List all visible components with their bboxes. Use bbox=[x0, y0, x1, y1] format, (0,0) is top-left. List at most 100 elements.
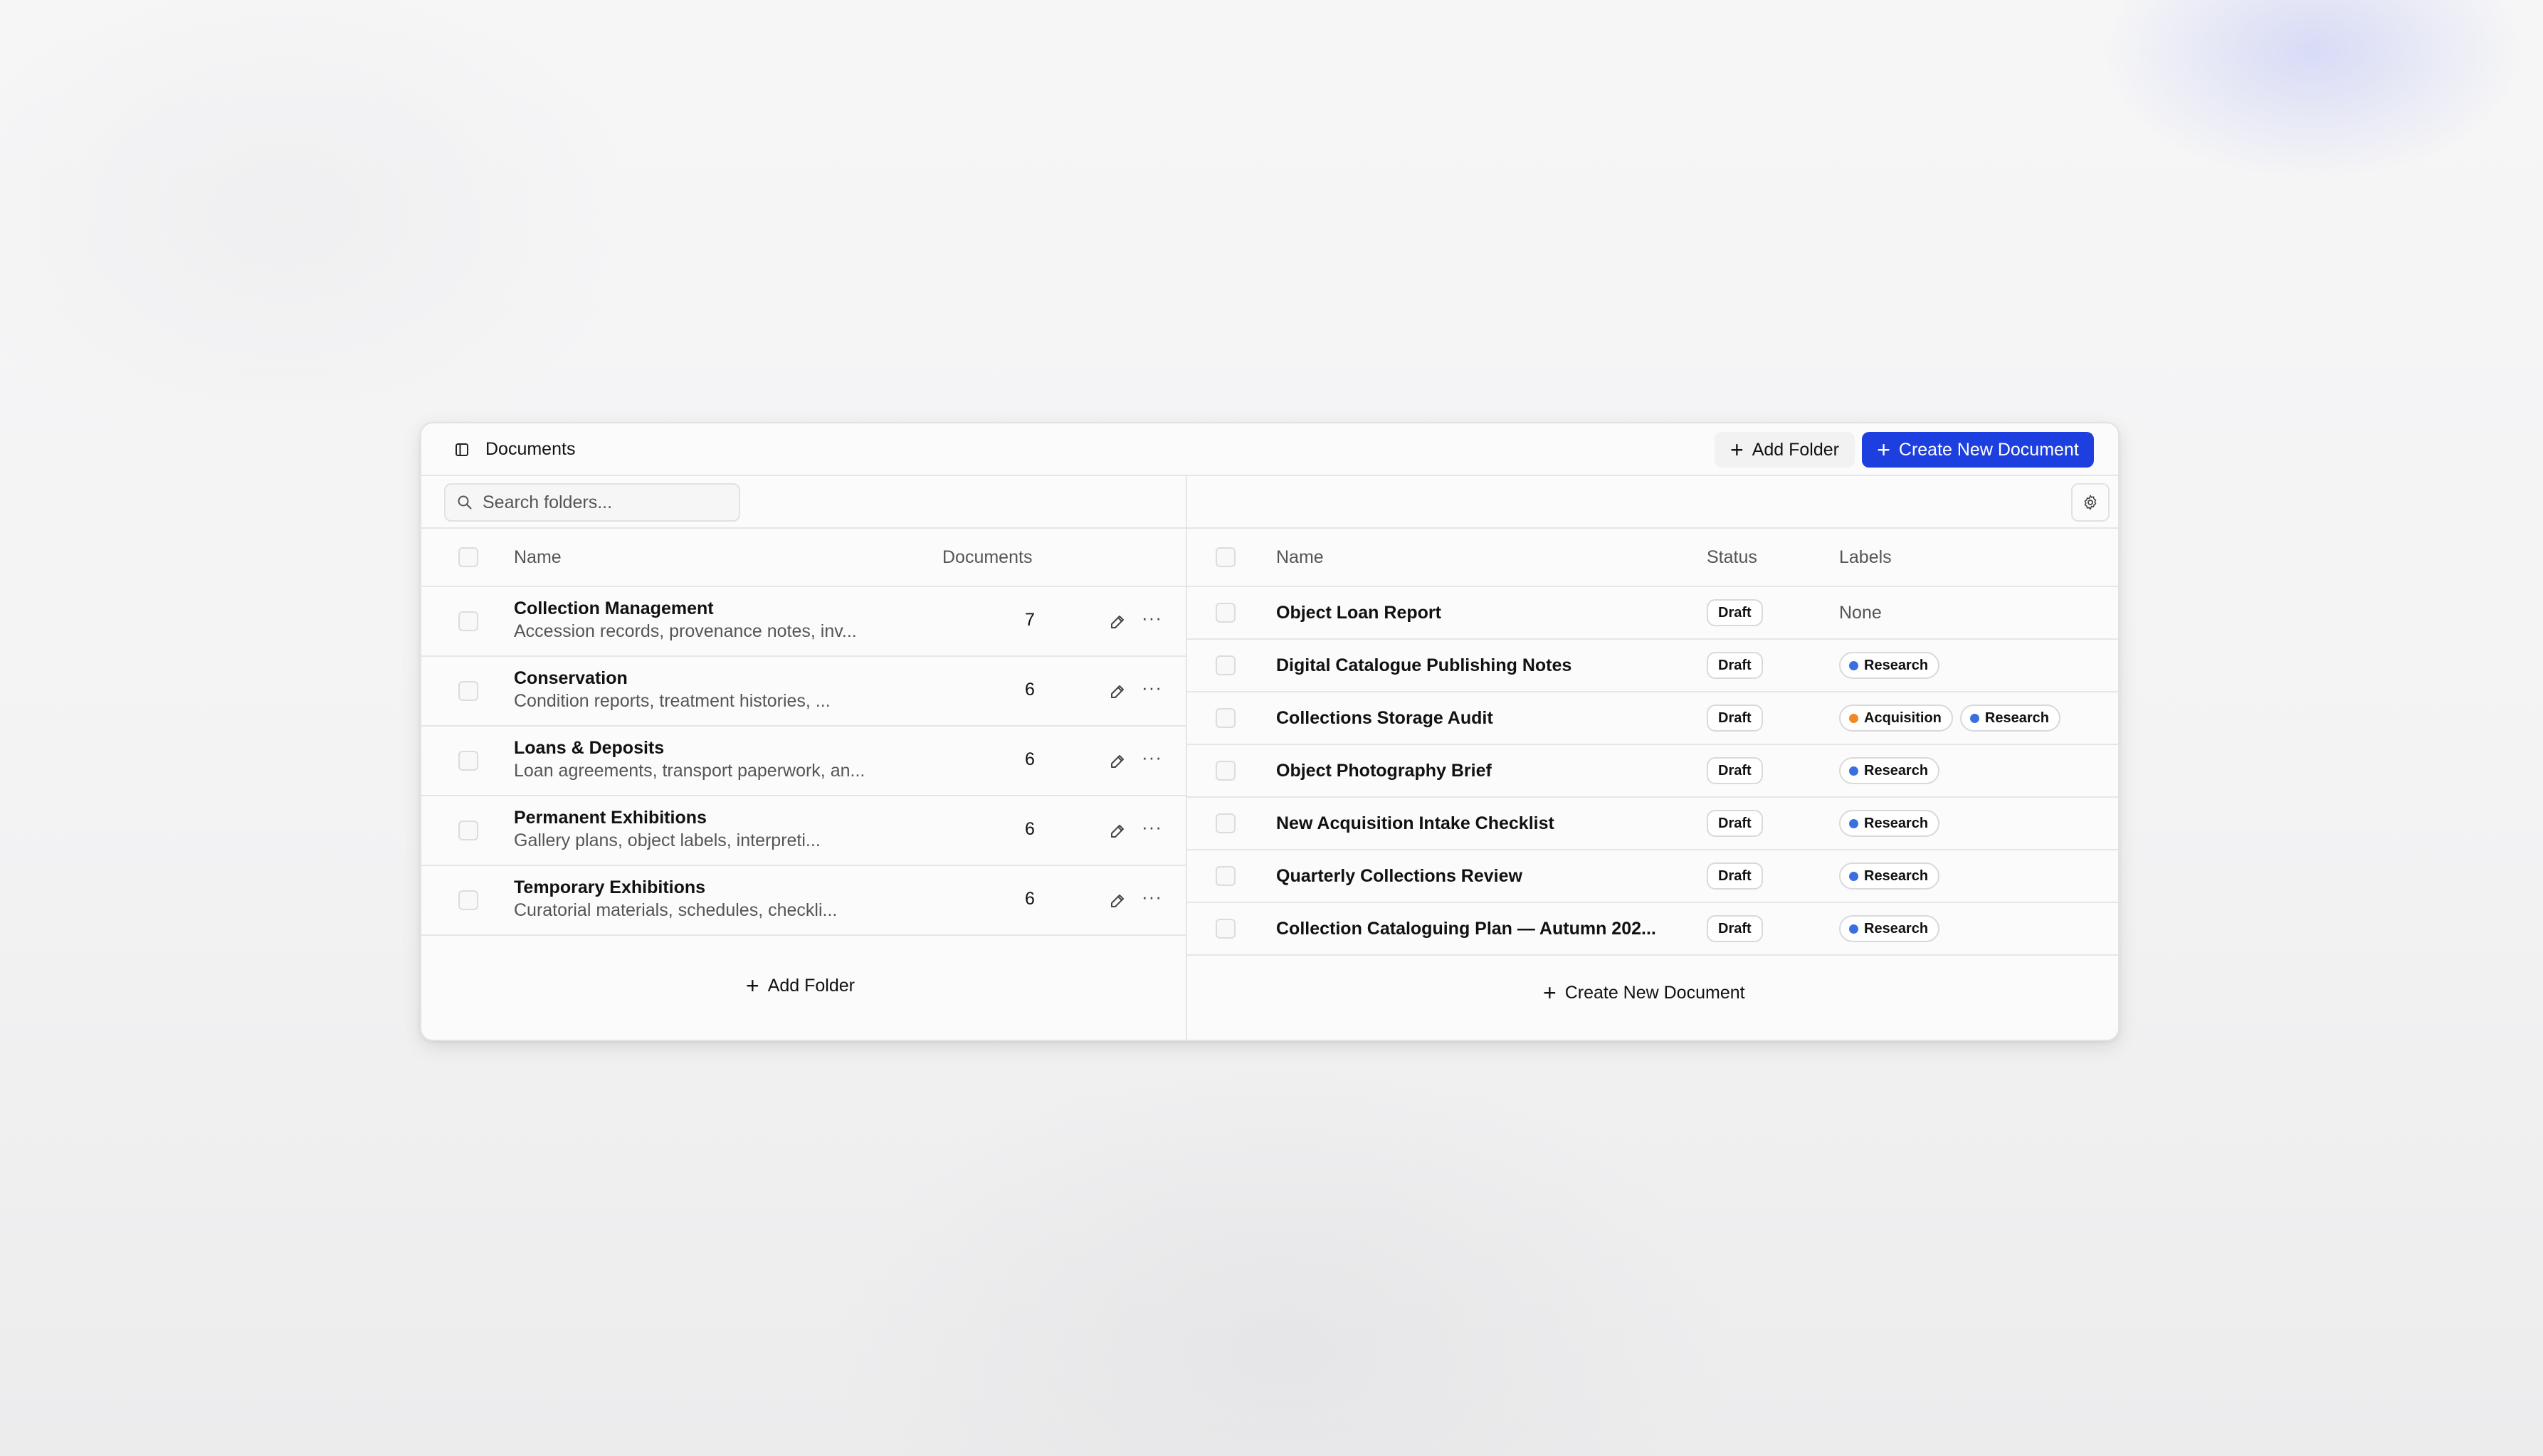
label-text: Research bbox=[1864, 920, 1929, 937]
select-all-folders-checkbox[interactable] bbox=[458, 547, 478, 567]
folder-row[interactable]: Temporary Exhibitions Curatorial material… bbox=[421, 866, 1186, 936]
folder-description: Accession records, provenance notes, inv… bbox=[514, 621, 857, 641]
label-text: Acquisition bbox=[1864, 709, 1942, 726]
document-checkbox[interactable] bbox=[1216, 813, 1236, 833]
document-row[interactable]: Object Photography Brief Draft Research bbox=[1187, 745, 2118, 798]
add-folder-button[interactable]: + Add Folder bbox=[1715, 432, 1855, 468]
folder-description: Curatorial materials, schedules, checkli… bbox=[514, 900, 838, 920]
status-badge: Draft bbox=[1707, 915, 1763, 942]
column-labels: Labels bbox=[1839, 547, 1892, 567]
label-text: Research bbox=[1864, 762, 1929, 779]
document-checkbox[interactable] bbox=[1216, 761, 1236, 781]
folder-checkbox[interactable] bbox=[458, 890, 478, 910]
status-badge: Draft bbox=[1707, 705, 1763, 732]
labels-none: None bbox=[1839, 603, 1882, 623]
folder-row[interactable]: Loans & Deposits Loan agreements, transpo… bbox=[421, 727, 1186, 796]
settings-button[interactable] bbox=[2071, 483, 2110, 522]
add-folder-footer-button[interactable]: + Add Folder bbox=[746, 974, 855, 997]
edit-icon[interactable] bbox=[1108, 611, 1128, 631]
more-options-icon[interactable]: ··· bbox=[1142, 816, 1162, 838]
search-input[interactable] bbox=[481, 491, 726, 514]
create-document-footer-label: Create New Document bbox=[1564, 982, 1745, 1003]
label-chip[interactable]: Research bbox=[1839, 810, 1940, 837]
create-new-document-footer-button[interactable]: + Create New Document bbox=[1543, 981, 1745, 1004]
folder-row[interactable]: Conservation Condition reports, treatment… bbox=[421, 657, 1186, 727]
label-chip[interactable]: Research bbox=[1839, 862, 1940, 890]
folder-row[interactable]: Permanent Exhibitions Gallery plans, obje… bbox=[421, 796, 1186, 866]
folder-name: Conservation bbox=[514, 668, 628, 688]
status-badge: Draft bbox=[1707, 757, 1763, 784]
document-name: Collections Storage Audit bbox=[1276, 708, 1493, 728]
status-badge: Draft bbox=[1707, 652, 1763, 679]
document-name: Collection Cataloguing Plan — Autumn 202… bbox=[1276, 919, 1656, 939]
plus-icon: + bbox=[1877, 437, 1890, 463]
edit-icon[interactable] bbox=[1108, 751, 1128, 771]
document-name: New Acquisition Intake Checklist bbox=[1276, 813, 1554, 833]
create-new-document-button[interactable]: + Create New Document bbox=[1862, 432, 2094, 468]
labels-group: Research bbox=[1839, 652, 1940, 679]
folder-document-count: 6 bbox=[1025, 749, 1035, 769]
sidebar-toggle-icon[interactable] bbox=[454, 442, 470, 458]
folder-name: Collection Management bbox=[514, 598, 714, 618]
folder-name: Loans & Deposits bbox=[514, 738, 665, 758]
folder-description: Condition reports, treatment histories, … bbox=[514, 691, 831, 711]
folder-search[interactable] bbox=[444, 483, 740, 522]
folder-name: Permanent Exhibitions bbox=[514, 808, 707, 828]
column-name: Name bbox=[1276, 547, 1324, 567]
document-row[interactable]: New Acquisition Intake Checklist Draft Res… bbox=[1187, 798, 2118, 850]
labels-group: Research bbox=[1839, 862, 1940, 890]
label-chip[interactable]: Research bbox=[1839, 757, 1940, 784]
edit-icon[interactable] bbox=[1108, 821, 1128, 840]
document-row[interactable]: Collection Cataloguing Plan — Autumn 202… bbox=[1187, 903, 2118, 956]
more-options-icon[interactable]: ··· bbox=[1142, 607, 1162, 629]
document-checkbox[interactable] bbox=[1216, 866, 1236, 886]
label-color-dot bbox=[1849, 766, 1858, 776]
folder-description: Gallery plans, object labels, interpreti… bbox=[514, 830, 821, 850]
more-options-icon[interactable]: ··· bbox=[1142, 886, 1162, 908]
select-all-documents-checkbox[interactable] bbox=[1216, 547, 1236, 567]
plus-icon: + bbox=[746, 973, 759, 998]
label-color-dot bbox=[1849, 818, 1858, 828]
folder-checkbox[interactable] bbox=[458, 821, 478, 840]
status-badge: Draft bbox=[1707, 862, 1763, 890]
edit-icon[interactable] bbox=[1108, 681, 1128, 701]
more-options-icon[interactable]: ··· bbox=[1142, 677, 1162, 699]
folder-name: Temporary Exhibitions bbox=[514, 877, 706, 897]
label-chip[interactable]: Research bbox=[1839, 915, 1940, 942]
gear-icon bbox=[2084, 495, 2097, 510]
folder-document-count: 6 bbox=[1025, 819, 1035, 839]
documents-window: Documents + Add Folder + Create New Docu… bbox=[420, 422, 2120, 1041]
document-checkbox[interactable] bbox=[1216, 919, 1236, 939]
folders-table-header: Name Documents bbox=[421, 529, 1186, 587]
document-row[interactable]: Collections Storage Audit Draft Acquisitio… bbox=[1187, 692, 2118, 745]
status-badge: Draft bbox=[1707, 810, 1763, 837]
folder-checkbox[interactable] bbox=[458, 611, 478, 631]
document-row[interactable]: Digital Catalogue Publishing Notes Draft R… bbox=[1187, 640, 2118, 692]
label-text: Research bbox=[1864, 657, 1929, 673]
label-color-dot bbox=[1969, 713, 1979, 723]
label-text: Research bbox=[1864, 867, 1929, 884]
folder-checkbox[interactable] bbox=[458, 681, 478, 701]
document-checkbox[interactable] bbox=[1216, 603, 1236, 623]
label-chip[interactable]: Acquisition bbox=[1839, 705, 1953, 732]
folder-checkbox[interactable] bbox=[458, 751, 478, 771]
add-folder-label: Add Folder bbox=[1752, 439, 1839, 460]
top-bar: Documents + Add Folder + Create New Docu… bbox=[421, 423, 2118, 476]
folder-row[interactable]: Collection Management Accession records, … bbox=[421, 587, 1186, 657]
more-options-icon[interactable]: ··· bbox=[1142, 747, 1162, 769]
label-chip[interactable]: Research bbox=[1839, 652, 1940, 679]
document-checkbox[interactable] bbox=[1216, 655, 1236, 675]
label-chip[interactable]: Research bbox=[1959, 705, 2060, 732]
status-badge: Draft bbox=[1707, 599, 1763, 626]
document-row[interactable]: Quarterly Collections Review Draft Researc… bbox=[1187, 850, 2118, 903]
document-checkbox[interactable] bbox=[1216, 708, 1236, 728]
folder-document-count: 6 bbox=[1025, 889, 1035, 909]
documents-table-header: Name Status Labels bbox=[1187, 529, 2118, 587]
column-status: Status bbox=[1707, 547, 1757, 567]
label-color-dot bbox=[1849, 713, 1858, 723]
document-name: Object Photography Brief bbox=[1276, 761, 1492, 781]
search-icon bbox=[458, 495, 472, 510]
edit-icon[interactable] bbox=[1108, 890, 1128, 910]
document-row[interactable]: Object Loan Report Draft None bbox=[1187, 587, 2118, 640]
folders-list: Collection Management Accession records, … bbox=[421, 587, 1186, 936]
